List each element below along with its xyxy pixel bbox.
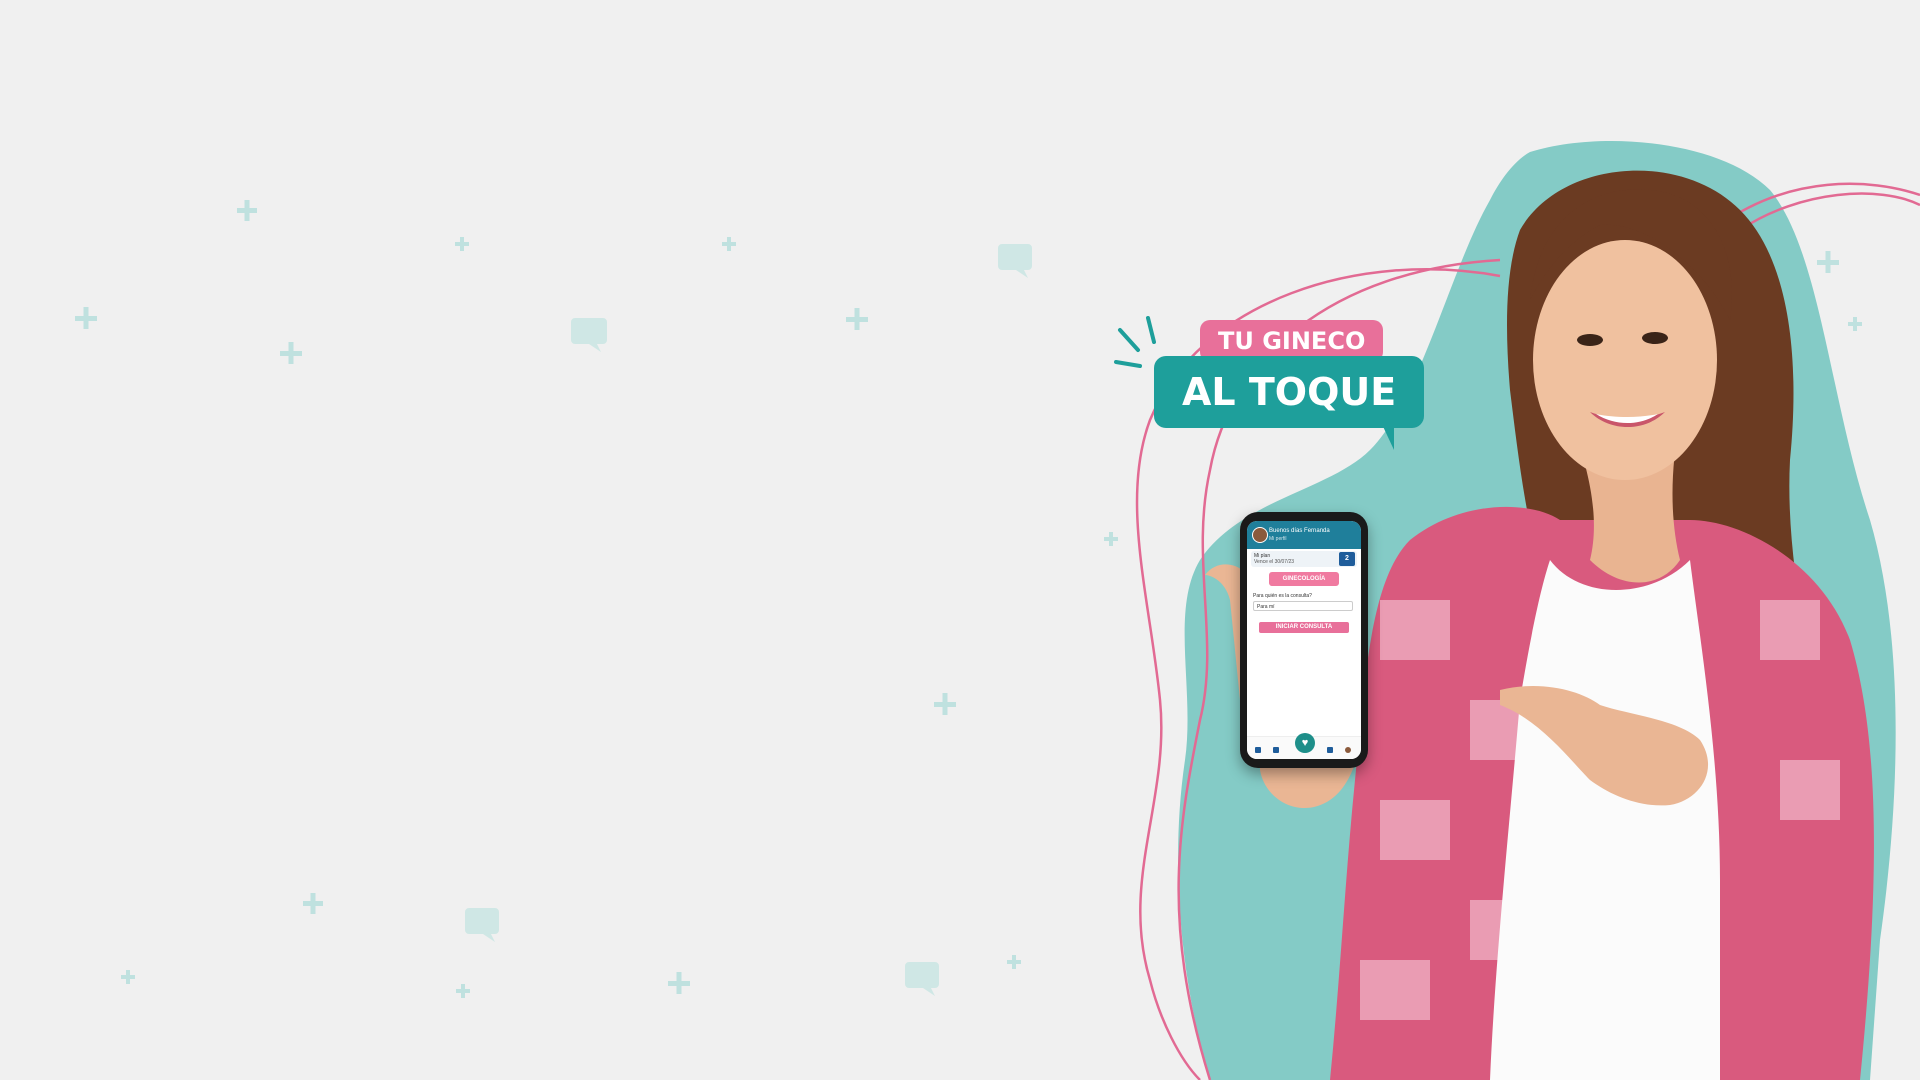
face bbox=[1533, 240, 1717, 480]
avatar[interactable] bbox=[1252, 527, 1268, 543]
hero-illustration bbox=[1114, 140, 1920, 1080]
plan-expiry: Vence el 30/07/23 bbox=[1254, 559, 1295, 565]
question-label: Para quién es la consulta? bbox=[1253, 593, 1312, 599]
profile-link[interactable]: Mi perfil bbox=[1269, 536, 1287, 542]
eye bbox=[1642, 332, 1668, 344]
heart-icon[interactable]: ♥ bbox=[1295, 733, 1315, 753]
plan-card[interactable]: Mi plan Vence el 30/07/23 2 bbox=[1251, 551, 1357, 567]
patient-select[interactable]: Para mí bbox=[1253, 601, 1353, 611]
specialty-button[interactable]: GINECOLOGÍA bbox=[1269, 572, 1339, 586]
headline-badge-bottom: AL TOQUE bbox=[1154, 356, 1425, 428]
document-icon[interactable] bbox=[1273, 747, 1279, 753]
app-header: Buenos días Fernanda Mi perfil bbox=[1247, 521, 1361, 549]
speech-tail bbox=[1380, 420, 1394, 450]
start-consultation-button[interactable]: INICIAR CONSULTA bbox=[1259, 622, 1349, 633]
greeting-text: Buenos días Fernanda bbox=[1269, 528, 1330, 534]
chat-icon[interactable] bbox=[1327, 747, 1333, 753]
profile-icon[interactable] bbox=[1345, 747, 1351, 753]
plan-count-badge: 2 bbox=[1339, 552, 1355, 566]
smartphone: Buenos días Fernanda Mi perfil Mi plan V… bbox=[1240, 512, 1368, 768]
eye bbox=[1577, 334, 1603, 346]
home-icon[interactable] bbox=[1255, 747, 1261, 753]
app-screen: Buenos días Fernanda Mi perfil Mi plan V… bbox=[1247, 521, 1361, 759]
bottom-nav: ♥ bbox=[1247, 733, 1361, 759]
